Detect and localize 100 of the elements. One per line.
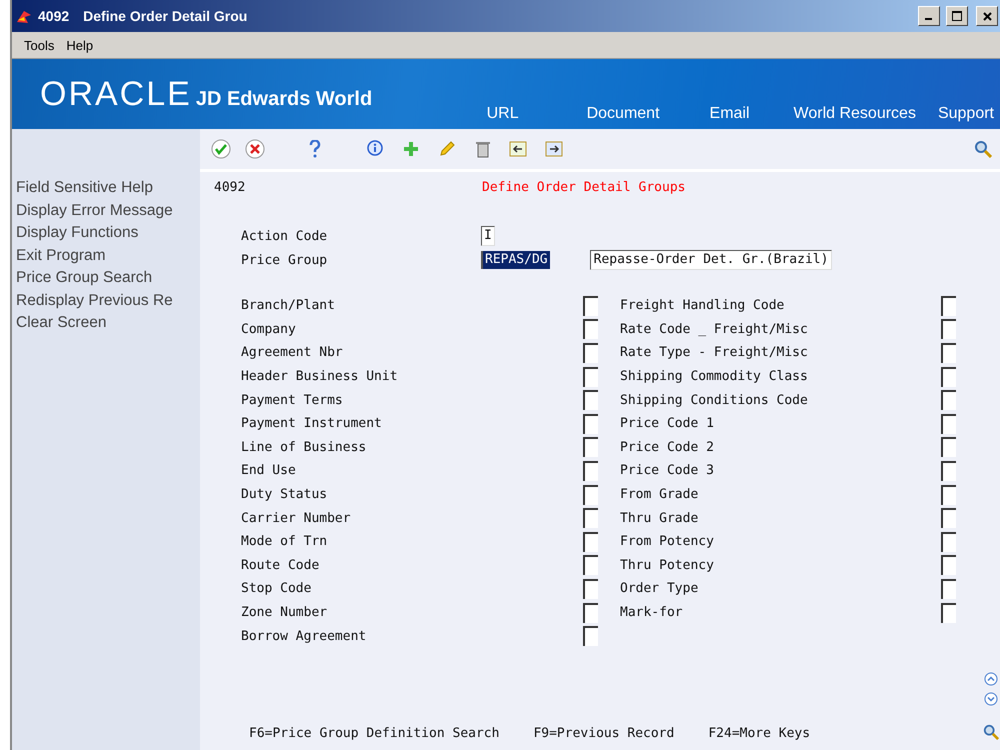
input-field[interactable] [941,390,956,410]
minimize-button[interactable] [918,6,940,26]
input-field[interactable] [941,460,956,481]
field-label: Zone Number [241,605,328,620]
field-label: Borrow Agreement [241,628,368,644]
info-icon[interactable] [366,140,384,158]
input-field[interactable] [583,390,598,410]
action-code-field[interactable]: I [481,226,495,246]
field-label: Line of Business [241,440,368,455]
input-field[interactable] [941,508,956,528]
input-field[interactable] [583,578,598,599]
field-label: Duty Status [241,487,328,502]
window-title: Define Order Detail Grou [83,8,248,24]
input-field[interactable] [583,532,598,552]
input-field[interactable] [583,508,598,528]
field-label: Price Group [241,252,328,268]
close-icon [982,12,992,20]
scroll-down-icon[interactable] [984,692,998,706]
field-label: From Grade [620,487,700,502]
input-field[interactable] [941,319,956,340]
sidebar-item[interactable]: Field Sensitive Help [12,177,200,200]
field-label: Action Code [241,228,328,244]
pencil-icon[interactable] [438,140,456,158]
function-key[interactable]: F6=Price Group Definition Search [249,726,500,740]
input-field[interactable] [941,342,956,363]
price-group-field[interactable]: REPAS/DG [481,251,550,269]
field-label: Payment Instrument [241,416,383,432]
input-field[interactable] [941,602,956,623]
field-label: End Use [241,463,297,478]
banner-link[interactable]: Email [710,105,750,123]
field-label: Price Code 3 [620,463,715,478]
scroll-up-icon[interactable] [984,672,998,686]
input-field[interactable] [941,555,956,576]
field-label: Rate Code _ Freight/Misc [620,322,809,337]
input-field[interactable] [941,578,956,599]
field-label: Header Business Unit [241,369,399,384]
field-label: Payment Terms [241,392,344,408]
field-label: Branch/Plant [241,298,336,314]
field-label: Price Code 2 [620,440,715,455]
field-label: Freight Handling Code [620,298,786,314]
input-field[interactable] [941,366,956,387]
sidebar-item[interactable]: Exit Program [12,244,200,267]
close-button[interactable] [976,6,998,26]
cancel-icon[interactable] [245,139,265,159]
field-label: Mode of Trn [241,534,328,550]
banner-link[interactable]: World Resources [794,105,916,123]
next-record-icon[interactable] [545,141,565,157]
banner-link[interactable]: Document [586,105,660,123]
sidebar-item[interactable]: Display Functions [12,222,200,244]
sidebar-item[interactable]: Redisplay Previous Re [12,290,200,312]
description-field[interactable]: Repasse-Order Det. Gr.(Brazil) [590,250,832,270]
function-key[interactable]: F9=Previous Record [533,726,674,740]
field-label: Thru Potency [620,558,715,573]
app-icon [16,8,32,24]
input-field[interactable] [583,602,598,623]
input-field[interactable] [941,532,956,552]
help-icon[interactable] [309,140,321,158]
menu-item[interactable]: Help [66,38,94,52]
previous-record-icon[interactable] [509,141,529,157]
input-field[interactable] [941,296,956,316]
field-label: Route Code [241,558,320,573]
window-title: 4092 [38,8,70,24]
function-key[interactable]: F24=More Keys [708,726,810,740]
field-label: Shipping Conditions Code [620,392,809,408]
field-label: Order Type [620,581,700,596]
sidebar-item[interactable]: Display Error Message [12,200,200,222]
field-label: Rate Type - Freight/Misc [620,345,809,360]
field-label: Mark-for [620,605,684,620]
input-field[interactable] [583,484,598,505]
check-icon[interactable] [211,139,231,159]
input-field[interactable] [941,414,956,434]
input-field[interactable] [941,437,956,458]
search-icon[interactable] [974,140,992,158]
field-label: Shipping Commodity Class [620,369,809,384]
input-field[interactable] [941,484,956,505]
input-field[interactable] [583,319,598,340]
input-field[interactable] [583,296,598,316]
field-label: Agreement Nbr [241,345,344,360]
menu-item[interactable]: Tools [24,38,54,52]
input-field[interactable] [583,555,598,576]
field-label: Carrier Number [241,510,352,526]
search-icon[interactable] [983,724,999,740]
input-field[interactable] [583,626,598,646]
trash-icon[interactable] [475,140,491,158]
banner-link[interactable]: Support [938,105,994,123]
program-number: 4092 [214,180,246,197]
input-field[interactable] [583,414,598,434]
product-name: JD Edwards World [196,88,372,111]
field-label: Company [241,322,297,337]
maximize-icon [952,11,962,21]
input-field[interactable] [583,366,598,387]
input-field[interactable] [583,460,598,481]
sidebar-item[interactable]: Price Group Search [12,267,200,290]
field-label: Price Code 1 [620,416,715,432]
input-field[interactable] [583,342,598,363]
sidebar-item[interactable]: Clear Screen [12,312,200,334]
form-title: Define Order Detail Groups [482,180,686,197]
banner-link[interactable]: URL [486,105,519,123]
maximize-button[interactable] [946,6,968,26]
input-field[interactable] [583,437,598,458]
